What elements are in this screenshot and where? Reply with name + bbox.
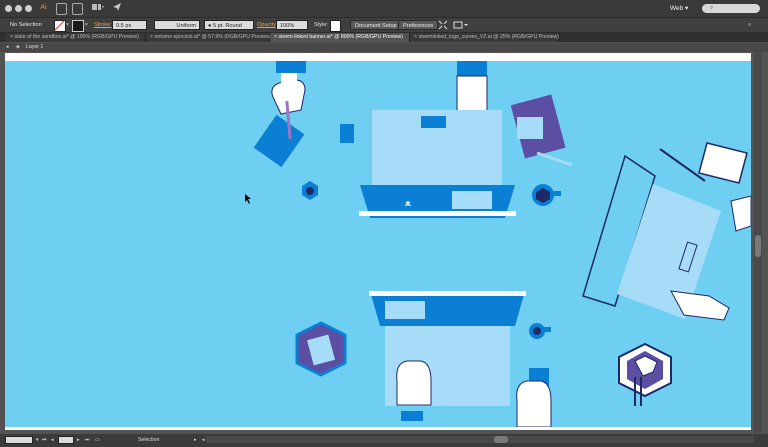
page-value: 1 <box>62 438 65 444</box>
app-bar: Ai Web ▾ ⌕ <box>0 0 768 18</box>
tab-label: steemlinked_logo_curves_V2.ai @ 25% (RGB… <box>418 34 559 40</box>
stroke-weight-value: 0.5 px <box>116 23 132 29</box>
search-input[interactable]: ⌕ <box>702 4 760 13</box>
control-bar: No Selection ▾ ▾ Stroke: 0.5 px Uniform … <box>0 18 768 33</box>
stroke-label[interactable]: Stroke: <box>94 20 112 30</box>
bottom-laptop <box>369 291 526 406</box>
search-icon: ⌕ <box>710 5 714 11</box>
send-icon[interactable] <box>111 2 122 14</box>
first-artboard-icon[interactable]: ⏮ <box>42 436 47 444</box>
vertical-scroll-thumb[interactable] <box>755 235 761 257</box>
tab-steemlinked-logo[interactable]: × steemlinked_logo_curves_V2.ai @ 25% (R… <box>410 33 560 42</box>
horizontal-scroll-thumb[interactable] <box>494 436 508 443</box>
zoom-value: 800% <box>9 438 23 444</box>
brush-definition[interactable]: ● 5 pt. Round <box>204 20 254 30</box>
back-arrow-icon[interactable]: ◂ <box>6 44 9 50</box>
selection-status: No Selection <box>10 22 42 28</box>
layer-icon: ◈ <box>16 44 20 50</box>
coffee-cup-bottom <box>529 323 551 339</box>
illustrator-app-icon: Ai <box>40 4 47 11</box>
zoom-dropdown-icon[interactable]: ▾ <box>36 436 39 444</box>
tab-label: entorno ejercicio.ai* @ 57,9% (RGB/GPU P… <box>154 34 272 40</box>
transform-icon[interactable] <box>438 20 448 30</box>
horizontal-scrollbar[interactable] <box>206 436 754 443</box>
tab-steem-linked-banner[interactable]: × steem-linked banner.ai* @ 800% (RGB/GP… <box>270 33 410 42</box>
hex-plate <box>618 342 672 406</box>
svg-text:ﻌ: ﻌ <box>404 195 411 209</box>
last-artboard-icon[interactable]: ⏭ <box>85 436 90 444</box>
stroke-swatch[interactable] <box>72 20 84 32</box>
stroke-dropdown-icon[interactable]: ▾ <box>85 20 88 30</box>
right-laptop <box>582 142 751 321</box>
sticky-note <box>340 124 354 143</box>
purple-hex-badge <box>295 321 347 377</box>
document-tabs: × state of the sandbox.ai* @ 100% (RGB/G… <box>0 33 768 42</box>
zoom-field[interactable]: 800% <box>5 436 33 444</box>
workspace-label: Web <box>670 5 684 12</box>
scroll-left-icon[interactable]: ◂ <box>202 436 205 444</box>
vertical-scrollbar[interactable] <box>754 53 762 433</box>
arrange-icon[interactable] <box>453 20 469 30</box>
style-swatch[interactable] <box>330 20 341 32</box>
brush-value: 5 pt. Round <box>212 23 242 29</box>
layer-breadcrumb: ◂ ◈ Layer 1 <box>0 43 768 52</box>
previous-artboard-icon[interactable]: ◂ <box>51 436 54 444</box>
panel-menu-icon[interactable]: ≡ <box>748 20 751 30</box>
top-hand-pen <box>253 61 306 168</box>
tab-label: state of the sandbox.ai* @ 100% (RGB/GPU… <box>14 34 139 40</box>
coffee-cup-top <box>302 181 318 200</box>
purple-notebook <box>510 94 573 167</box>
document-setup-button[interactable]: Document Setup <box>350 20 402 30</box>
style-label: Style: <box>314 22 328 28</box>
minimize-window-button[interactable] <box>15 5 22 12</box>
artboard-number-field[interactable]: 1 <box>58 436 74 444</box>
tab-state-of-the-sandbox[interactable]: × state of the sandbox.ai* @ 100% (RGB/G… <box>6 33 146 42</box>
workspace-switcher[interactable]: Web ▾ <box>670 4 688 12</box>
profile-value: Uniform <box>176 23 196 29</box>
fill-dropdown-icon[interactable]: ▾ <box>66 20 69 30</box>
status-menu-icon[interactable]: ▸ <box>194 436 197 444</box>
next-artboard-icon[interactable]: ▸ <box>77 436 80 444</box>
arrange-documents-icon[interactable] <box>91 2 105 14</box>
bridge-icon[interactable] <box>56 3 67 15</box>
cursor-arrow-icon <box>245 194 251 204</box>
variable-width-profile[interactable]: Uniform <box>154 20 200 30</box>
current-tool-label: Selection <box>138 437 160 443</box>
artboard[interactable]: ﻌ <box>5 61 751 427</box>
close-window-button[interactable] <box>5 5 12 12</box>
canvas[interactable]: ﻌ <box>5 53 751 430</box>
top-laptop: ﻌ <box>359 110 516 218</box>
opacity-value: 100% <box>280 23 295 29</box>
zoom-window-button[interactable] <box>25 5 32 12</box>
opacity-label[interactable]: Opacity: <box>257 20 278 30</box>
artboard-navigation-icon[interactable]: ▭ <box>95 436 100 444</box>
illustration: ﻌ <box>245 61 751 427</box>
fill-swatch[interactable] <box>54 20 66 32</box>
preferences-button[interactable]: Preferences <box>398 20 439 30</box>
tab-entorno-ejercicio[interactable]: × entorno ejercicio.ai* @ 57,9% (RGB/GPU… <box>146 33 272 42</box>
stock-icon[interactable] <box>72 3 83 15</box>
coffee-cup-right <box>532 184 561 206</box>
tab-label: steem-linked banner.ai* @ 800% (RGB/GPU … <box>278 34 403 40</box>
opacity-field[interactable]: 100% <box>276 20 308 30</box>
layer-label[interactable]: Layer 1 <box>26 44 43 50</box>
stroke-weight-field[interactable]: 0.5 px <box>112 20 147 30</box>
